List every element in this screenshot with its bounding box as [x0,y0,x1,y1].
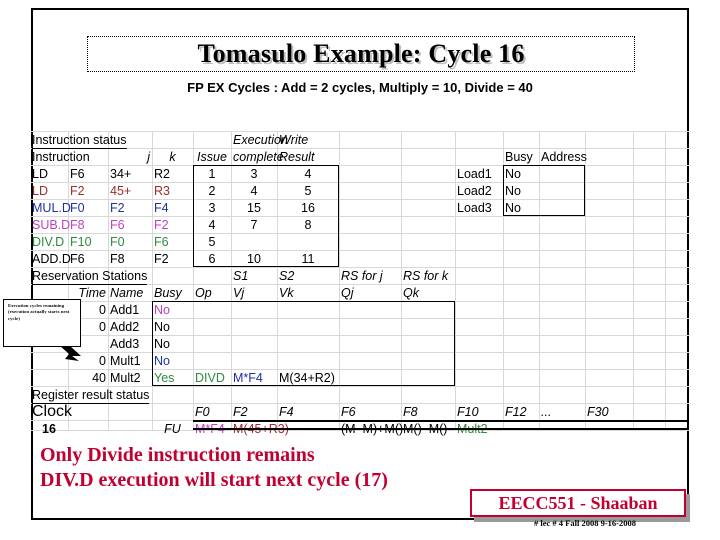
header-result: Result [279,150,315,164]
header-load-busy: Busy [505,150,533,164]
rs-name: Mult1 [110,354,141,368]
header-rs-for-k: RS for k [403,269,449,283]
header-rs-for-j: RS for j [341,269,383,283]
header-complete: complete [233,150,284,164]
instruction-j: 34+ [110,167,132,181]
header-vj: Vj [233,286,245,300]
register-header: ... [541,405,552,419]
header-qj: Qj [341,286,354,300]
fu-label: FU [164,422,181,436]
instruction-k: F2 [154,218,169,232]
rs-name: Add3 [110,337,140,351]
instruction-j: F6 [110,218,125,232]
instruction-dest: F6 [70,252,85,266]
instruction-op: SUB.D [32,218,71,232]
register-header: F2 [233,405,248,419]
instruction-k: F6 [154,235,169,249]
header-k: k [169,150,176,164]
instruction-k: R2 [154,167,170,181]
instruction-j: F2 [110,201,125,215]
clock-value: 16 [42,422,56,436]
instruction-dest: F6 [70,167,85,181]
instruction-j: 45+ [110,184,132,198]
register-result-status-label: Register result status [32,387,150,404]
header-issue: Issue [197,150,227,164]
register-header: F30 [587,405,609,419]
header-busy: Busy [154,286,182,300]
instruction-op: MUL.D [32,201,71,215]
header-instruction: Instruction [32,150,90,164]
register-header: F12 [505,405,527,419]
header-write: Write [279,133,309,147]
reservation-stations-outline [152,301,455,386]
instruction-dest: F2 [70,184,85,198]
header-load-address: Address [541,150,587,164]
register-header: F8 [403,405,418,419]
register-result-status-label-text: Register result status [32,388,150,404]
instruction-op: LD [32,167,48,181]
header-s2: S2 [279,269,295,283]
header-vk: Vk [279,286,294,300]
header-op: Op [195,286,212,300]
header-s1: S1 [233,269,249,283]
clock-label: Clock [32,403,73,420]
load-buffer-name: Load1 [457,167,492,181]
instruction-dest: F8 [70,218,85,232]
register-header: F4 [279,405,294,419]
footer-badge: EECC551 - Shaaban [470,489,686,517]
callout-text: Execution cycles remaining (execution ac… [8,303,70,321]
rs-name: Add2 [110,320,140,334]
rs-time: 40 [92,371,106,385]
header-name: Name [110,286,144,300]
slide-subtitle: FP EX Cycles : Add = 2 cycles, Multiply … [187,80,533,95]
load-buffer-name: Load2 [457,184,492,198]
load-buffer-outline [503,165,585,216]
spreadsheet-area: Instruction status Execution Write Instruct… [30,131,689,436]
footer-badge-text: EECC551 - Shaaban [498,492,658,513]
summary-note: Only Divide instruction remains DIV.D ex… [40,443,388,493]
instruction-k: R3 [154,184,170,198]
register-row-top-rule [193,420,689,422]
instruction-status-label: Instruction status [32,132,150,149]
instruction-dest: F0 [70,201,85,215]
slide-title-box: Tomasulo Example: Cycle 16 [87,36,635,72]
footer-meta: # lec # 4 Fall 2008 9-16-2008 [534,518,636,528]
instruction-j: F8 [110,252,125,266]
summary-note-line-2: DIV.D execution will start next cycle (1… [40,469,388,491]
register-header: F0 [195,405,210,419]
reservation-stations-label: Reservation Stations [32,268,150,285]
instruction-op: DIV.D [32,235,65,249]
instruction-op: ADD.D [32,252,71,266]
register-row-bottom-rule [193,428,689,430]
instruction-op: LD [32,184,48,198]
load-buffer-name: Load3 [457,201,492,215]
instruction-k: F2 [154,252,169,266]
summary-note-line-1: Only Divide instruction remains [40,444,315,466]
register-header: F6 [341,405,356,419]
instruction-k: F4 [154,201,169,215]
page-title: Tomasulo Example: Cycle 16 [197,39,525,68]
reservation-stations-label-text: Reservation Stations [32,269,148,285]
instruction-j: F0 [110,235,125,249]
header-execution: Execution [233,133,288,147]
callout-box: Execution cycles remaining (execution ac… [3,299,81,347]
header-qk: Qk [403,286,419,300]
instruction-dest: F10 [70,235,92,249]
rs-name: Mult2 [110,371,141,385]
instruction-status-label-text: Instruction status [32,133,127,149]
instruction-status-outline [193,165,339,267]
header-j: j [147,150,150,164]
register-header: F10 [457,405,479,419]
rs-name: Add1 [110,303,140,317]
